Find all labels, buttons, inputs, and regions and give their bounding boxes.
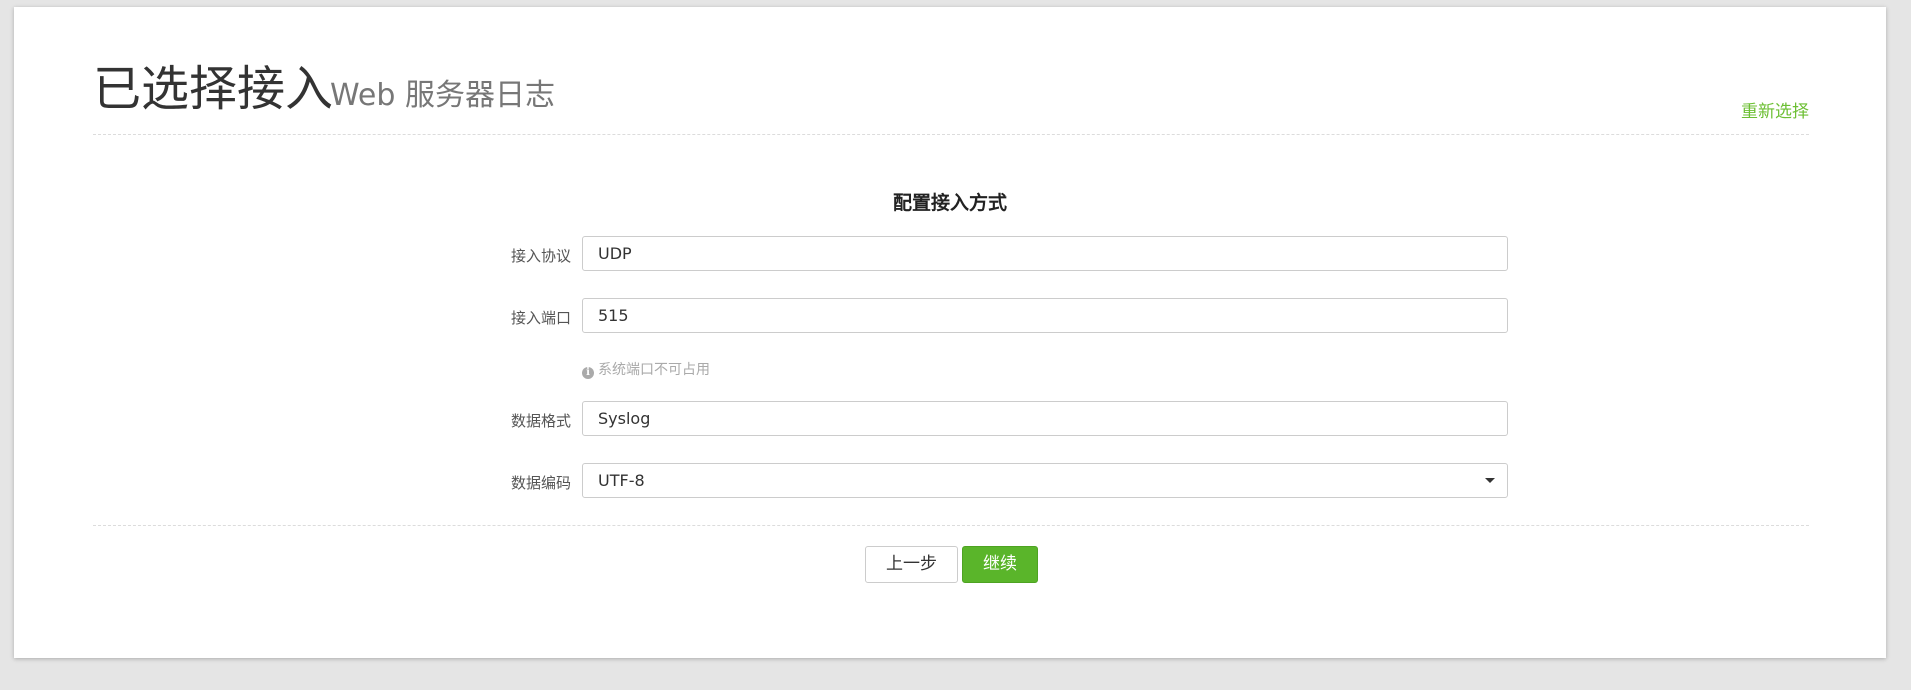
- main-card: 已选择接入 Web 服务器日志 重新选择 配置接入方式 接入协议 UDP 接入端…: [14, 7, 1886, 658]
- port-hint-text: 系统端口不可占用: [598, 362, 710, 378]
- caret-down-icon: [1485, 478, 1495, 483]
- port-hint: i 系统端口不可占用: [582, 361, 710, 379]
- data-format-value: Syslog: [598, 409, 651, 428]
- page-title: 已选择接入: [93, 61, 334, 117]
- port-label: 接入端口: [510, 309, 571, 327]
- page-header: 已选择接入 Web 服务器日志 重新选择: [93, 59, 1809, 135]
- protocol-input[interactable]: UDP: [582, 236, 1508, 271]
- data-format-label: 数据格式: [510, 412, 571, 430]
- port-value: 515: [598, 306, 629, 325]
- form-divider: [93, 525, 1809, 526]
- continue-button[interactable]: 继续: [962, 546, 1038, 583]
- protocol-value: UDP: [598, 244, 632, 263]
- section-title: 配置接入方式: [892, 192, 1007, 214]
- encoding-value: UTF-8: [598, 471, 645, 490]
- reselect-link[interactable]: 重新选择: [1741, 100, 1809, 124]
- info-circle-icon: i: [582, 367, 594, 379]
- protocol-label: 接入协议: [510, 247, 571, 265]
- encoding-label: 数据编码: [510, 474, 571, 492]
- port-input[interactable]: 515: [582, 298, 1508, 333]
- page-subtitle: Web 服务器日志: [330, 78, 555, 113]
- encoding-select[interactable]: UTF-8: [582, 463, 1508, 498]
- prev-step-button[interactable]: 上一步: [865, 546, 958, 583]
- data-format-input[interactable]: Syslog: [582, 401, 1508, 436]
